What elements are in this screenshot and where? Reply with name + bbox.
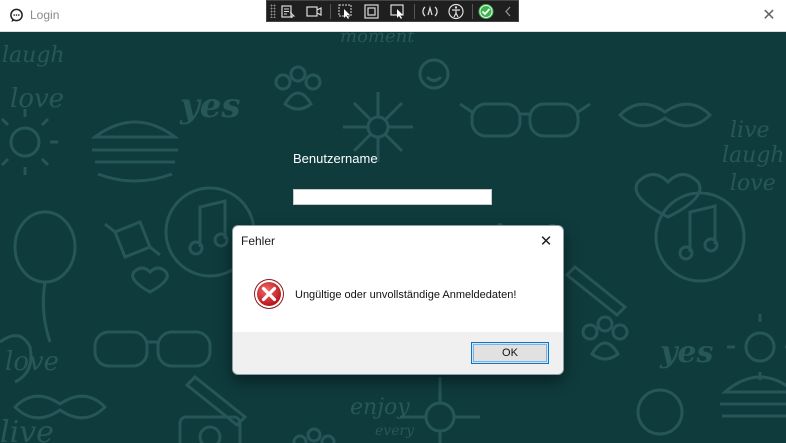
doodle-text: live	[730, 118, 770, 143]
username-input[interactable]	[293, 189, 492, 205]
ok-button[interactable]: OK	[471, 342, 549, 364]
toolbar-grip[interactable]	[270, 4, 276, 18]
track-focus-icon[interactable]	[389, 3, 407, 20]
toolbar-separator	[330, 4, 331, 19]
doodle-text: yes	[179, 86, 241, 126]
video-icon[interactable]	[305, 3, 323, 20]
dialog-footer: OK	[233, 332, 563, 374]
doodle-text: moment	[340, 32, 415, 47]
display-layout-adorners-icon[interactable]	[363, 3, 381, 20]
error-icon	[254, 279, 284, 309]
select-element-icon[interactable]	[337, 3, 355, 20]
doodle-text: love	[10, 84, 64, 114]
doodle-text: yes	[659, 335, 714, 370]
dialog-title: Fehler	[241, 234, 276, 248]
dialog-message: Ungültige oder unvollständige Anmeldedat…	[295, 289, 517, 301]
collapse-icon[interactable]	[502, 3, 514, 20]
doodle-text: live	[0, 415, 54, 443]
username-label: Benutzername	[293, 151, 378, 166]
check-icon[interactable]	[477, 3, 495, 20]
xaml-debug-toolbar	[266, 0, 519, 22]
toolbar-separator	[414, 4, 415, 19]
toolbar-separator	[472, 4, 473, 19]
doodle-text: love	[730, 171, 776, 196]
window-close-button[interactable]: ✕	[760, 6, 778, 24]
doodle-text: laugh	[2, 43, 65, 68]
doodle-text: laugh	[722, 143, 785, 168]
window-title: Login	[30, 8, 60, 22]
hot-reload-icon[interactable]	[421, 3, 439, 20]
dialog-close-button[interactable]: ✕	[535, 230, 557, 252]
doodle-text: love	[5, 347, 59, 377]
accessibility-icon[interactable]	[447, 3, 465, 20]
live-tree-icon[interactable]	[279, 3, 297, 20]
error-dialog: Fehler ✕ Ungültige oder unvollständige A…	[232, 225, 564, 375]
chat-bubble-icon	[10, 8, 23, 23]
doodle-text: every	[375, 423, 415, 439]
doodle-text: enjoy	[350, 395, 410, 420]
